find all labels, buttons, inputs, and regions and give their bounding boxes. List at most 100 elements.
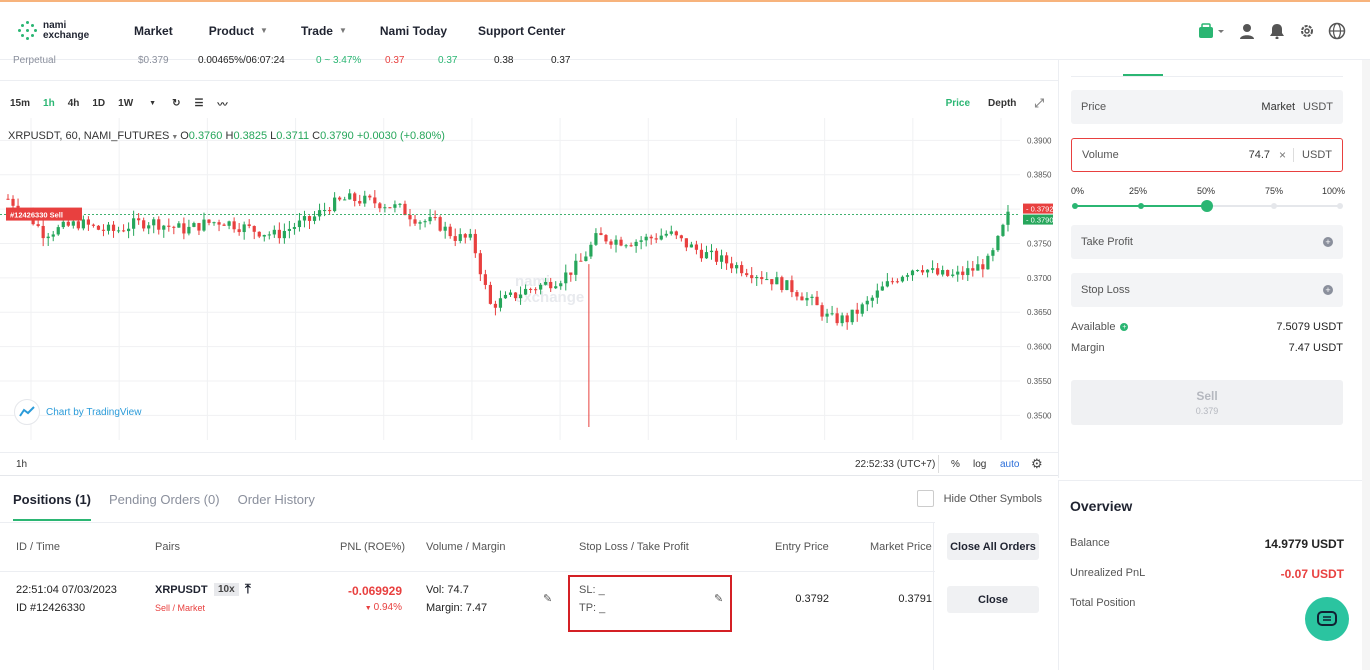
tf-1h[interactable]: 1h: [43, 98, 55, 109]
volume-field[interactable]: Volume 74.7 × USDT: [1071, 138, 1343, 172]
take-profit-field[interactable]: Take Profit +: [1071, 225, 1343, 259]
volume-value[interactable]: 74.7: [1249, 149, 1270, 161]
auto-toggle[interactable]: auto: [1000, 459, 1019, 470]
nav-nami-today[interactable]: Nami Today: [380, 24, 447, 38]
chart-plot[interactable]: 0.39000.38500.38000.37500.37000.36500.36…: [0, 118, 1058, 448]
legend-open: 0.3760: [188, 130, 223, 142]
bell-icon[interactable]: [1268, 22, 1286, 40]
hide-other-checkbox[interactable]: [916, 490, 934, 507]
row-pair[interactable]: XRPUSDT: [155, 584, 208, 596]
candle-body: [845, 315, 849, 323]
tab-order-history[interactable]: Order History: [238, 492, 315, 521]
log-toggle[interactable]: log: [973, 459, 986, 470]
user-icon[interactable]: [1238, 22, 1256, 40]
candle-body: [966, 268, 970, 276]
candle-body: [503, 294, 508, 299]
globe-icon[interactable]: [1328, 22, 1346, 40]
candle-body: [388, 207, 392, 209]
tf-1d[interactable]: 1D: [92, 98, 105, 109]
close-all-orders-button[interactable]: Close All Orders: [947, 533, 1039, 560]
chevron-down-icon[interactable]: ▼: [149, 100, 156, 107]
candle-body: [775, 277, 779, 285]
candle-body: [127, 228, 131, 232]
slider-knob[interactable]: [1201, 200, 1213, 212]
candle-body: [167, 225, 171, 227]
candle-body: [453, 236, 457, 241]
tab-depth[interactable]: Depth: [988, 98, 1016, 109]
candle-body: [368, 195, 372, 198]
sell-button[interactable]: Sell 0.379: [1071, 380, 1343, 425]
candle-body: [634, 241, 638, 247]
candle-body: [328, 210, 332, 212]
candle-body: [418, 222, 422, 224]
volume-slider[interactable]: 0% 25% 50% 75% 100%: [1071, 186, 1345, 216]
tf-4h[interactable]: 4h: [68, 98, 80, 109]
page-scrollbar[interactable]: [1362, 60, 1370, 670]
gear-icon[interactable]: ⚙: [1031, 456, 1043, 472]
edit-volume-icon[interactable]: ✎: [543, 592, 552, 605]
add-take-profit-icon[interactable]: +: [1323, 237, 1333, 247]
y-tick-label: 0.3850: [1027, 171, 1052, 180]
candle-body: [951, 274, 955, 276]
share-icon[interactable]: ⤒: [245, 581, 251, 597]
refresh-icon[interactable]: ↻: [172, 98, 180, 109]
chat-support-button[interactable]: [1305, 597, 1349, 641]
candle-body: [121, 230, 126, 232]
brand-logo[interactable]: nami exchange: [18, 20, 98, 41]
stop-loss-field[interactable]: Stop Loss +: [1071, 273, 1343, 307]
price-label-last-text: - 0.3790: [1026, 216, 1054, 225]
header-sl-tp: Stop Loss / Take Profit: [579, 541, 689, 553]
ticker-price: $0.379: [138, 55, 169, 66]
nav-trade[interactable]: Trade ▼: [301, 24, 347, 38]
candle-body: [840, 315, 844, 324]
percent-toggle[interactable]: %: [951, 459, 960, 470]
add-stop-loss-icon[interactable]: +: [1323, 285, 1333, 295]
indicators-icon[interactable]: ☰: [194, 98, 203, 109]
tab-positions[interactable]: Positions (1): [13, 492, 92, 521]
tradingview-label: Chart by TradingView: [46, 406, 142, 418]
candle-body: [810, 296, 814, 298]
chart-interval[interactable]: 1h: [16, 459, 27, 470]
row-time: 22:51:04 07/03/2023: [16, 584, 117, 596]
add-funds-icon[interactable]: +: [1120, 323, 1129, 331]
ticker-name: Perpetual: [13, 55, 56, 66]
candle-body: [936, 268, 940, 275]
candle-body: [217, 222, 221, 225]
tab-pending-orders[interactable]: Pending Orders (0): [109, 492, 220, 521]
candle-body: [800, 296, 804, 301]
wallet-icon[interactable]: [1198, 22, 1226, 40]
candle-body: [674, 231, 678, 236]
candle-body: [11, 198, 15, 206]
chart-area[interactable]: 15m 1h 4h 1D 1W ▼ ↻ ☰ 〰 Price Depth ⤢ 0.…: [0, 88, 1058, 476]
tab-price[interactable]: Price: [946, 98, 970, 109]
legend-change: +0.0030 (+0.80%): [356, 130, 445, 142]
close-position-button[interactable]: Close: [947, 586, 1039, 613]
candle-body: [132, 218, 136, 229]
trend-icon[interactable]: 〰: [217, 96, 227, 111]
candle-body: [1006, 211, 1010, 225]
row-entry-price: 0.3792: [795, 593, 829, 605]
available-value: 7.5079 USDT: [1276, 321, 1343, 333]
candle-body: [433, 217, 437, 219]
gear-icon[interactable]: [1298, 22, 1316, 40]
table-row[interactable]: 22:51:04 07/03/2023 ID #12426330 XRPUSDT…: [0, 572, 935, 632]
tf-1w[interactable]: 1W: [118, 98, 133, 109]
nav-product[interactable]: Product ▼: [209, 24, 268, 38]
take-profit-label: Take Profit: [1081, 236, 1133, 248]
fullscreen-icon[interactable]: ⤢: [1034, 96, 1044, 111]
hide-other-symbols[interactable]: Hide Other Symbols: [916, 490, 1042, 507]
candle-body: [564, 272, 568, 284]
candle-body: [619, 239, 623, 246]
price-field[interactable]: Price Market USDT: [1071, 90, 1343, 124]
nav-support-center[interactable]: Support Center: [478, 24, 565, 38]
tf-15m[interactable]: 15m: [10, 98, 30, 109]
nav-market[interactable]: Market: [134, 24, 173, 38]
candle-body: [111, 224, 116, 231]
candle-body: [539, 284, 543, 290]
ticker-change: 0 ~ 3.47%: [316, 55, 362, 66]
clear-icon[interactable]: ×: [1279, 148, 1286, 162]
close-column: Close All Orders Close: [933, 522, 1058, 670]
candle-body: [669, 231, 673, 234]
tradingview-credit[interactable]: Chart by TradingView: [14, 399, 141, 425]
overview-panel: Overview Balance 14.9779 USDT Unrealized …: [1058, 480, 1363, 670]
